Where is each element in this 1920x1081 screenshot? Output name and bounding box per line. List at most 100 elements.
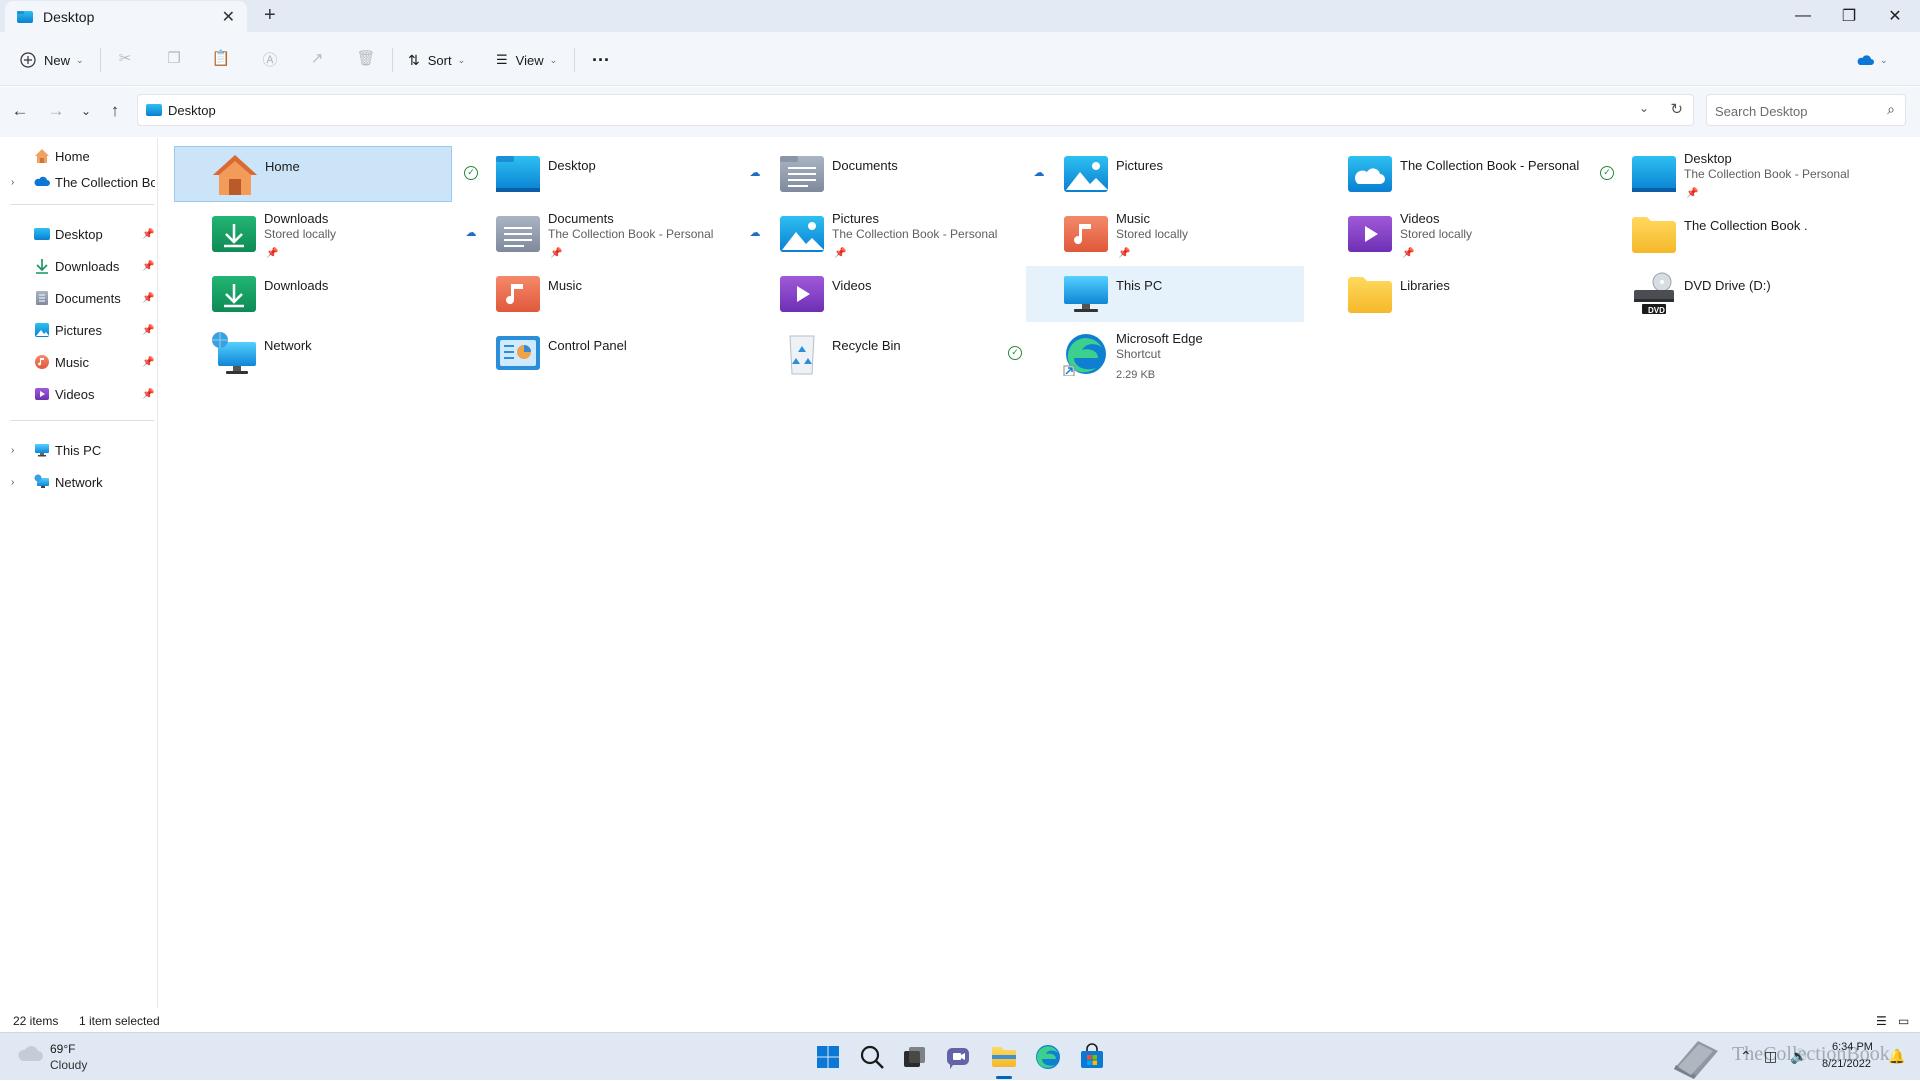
item-microsoft-edge[interactable]: ✓ Microsoft Edge Shortcut 2.29 KB [1008,326,1304,382]
cloudy-weather-icon[interactable] [18,1045,44,1063]
sidebar-item-desktop[interactable]: Desktop 📌 [0,220,158,248]
store-icon[interactable] [1078,1043,1106,1071]
refresh-icon[interactable]: ↻ [1670,100,1683,118]
sidebar-item-videos[interactable]: Videos 📌 [0,380,158,408]
selection-count: 1 item selected [79,1014,160,1028]
search-icon[interactable]: ⌕ [1887,101,1895,118]
minimize-button[interactable]: — [1780,0,1826,32]
sidebar-item-documents[interactable]: Documents 📌 [0,284,158,312]
copy-icon[interactable]: ❐ [163,49,185,71]
item-network[interactable]: Network [174,326,452,382]
sidebar-item-music[interactable]: Music 📌 [0,348,158,376]
item-recycle-bin[interactable]: Recycle Bin [742,326,1020,382]
start-windows-icon[interactable] [814,1043,842,1071]
close-button[interactable]: ✕ [1872,0,1918,32]
pin-icon[interactable]: 📌 [142,261,154,272]
pin-icon[interactable]: 📌 [142,293,154,304]
paste-icon[interactable]: 📋 [210,49,232,71]
music-folder-icon [1064,216,1108,252]
pin-icon: 📌 [1118,248,1131,259]
item-documents[interactable]: ☁ Documents [742,146,1020,202]
item-desktop-personal[interactable]: ✓ Desktop The Collection Book - Personal… [1594,146,1894,202]
item-music-local[interactable]: Music Stored locally 📌 [1026,206,1304,262]
share-icon[interactable]: ↗ [306,49,328,71]
pin-icon[interactable]: 📌 [142,229,154,240]
chevron-right-icon[interactable]: › [11,477,14,488]
desktop-folder-icon [17,10,33,23]
item-desktop[interactable]: ✓ Desktop [458,146,736,202]
new-tab-button[interactable]: + [264,4,282,27]
divider [10,420,154,421]
item-dvd-drive[interactable]: DVD DVD Drive (D:) [1594,266,1872,322]
videos-folder-icon [1348,216,1392,252]
network-status-icon[interactable]: ◫ [1764,1048,1777,1065]
maximize-button[interactable]: ❐ [1826,0,1872,32]
item-collection-book-folder[interactable]: The Collection Book . [1594,206,1872,262]
sidebar-item-this-pc[interactable]: › This PC [0,436,158,464]
view-button[interactable]: ☰ View ⌄ [496,45,557,75]
item-music[interactable]: Music [458,266,736,322]
volume-icon[interactable]: 🔊 [1790,1048,1807,1065]
sidebar-item-home[interactable]: Home [0,142,158,170]
edge-icon[interactable] [1034,1043,1062,1071]
back-arrow-icon[interactable]: ← [10,101,30,121]
chevron-down-icon[interactable]: ⌄ [1639,101,1649,115]
item-home[interactable]: Home [174,146,452,202]
item-videos-local[interactable]: Videos Stored locally 📌 [1310,206,1588,262]
item-name: Desktop [1684,151,1732,166]
new-button[interactable]: New ⌄ [20,45,84,75]
item-this-pc[interactable]: This PC [1026,266,1304,322]
pin-icon[interactable]: 📌 [142,357,154,368]
details-view-icon[interactable]: ☰ [1876,1014,1887,1028]
cut-icon[interactable]: ✂ [114,49,136,71]
chat-icon[interactable] [944,1043,972,1071]
chevron-right-icon[interactable]: › [11,445,14,456]
item-videos[interactable]: Videos [742,266,1020,322]
sidebar-item-downloads[interactable]: Downloads 📌 [0,252,158,280]
breadcrumb[interactable]: Desktop [168,103,216,118]
item-pictures-personal[interactable]: ☁ Pictures The Collection Book - Persona… [742,206,1020,262]
weather-temperature[interactable]: 69°F [50,1042,75,1056]
sidebar-item-onedrive[interactable]: › The Collection Boo [0,168,158,196]
up-arrow-icon[interactable]: ↑ [105,101,125,121]
more-options-button[interactable]: ··· [592,45,610,75]
onedrive-cloud-icon [34,176,50,186]
delete-icon[interactable]: 🗑 [355,49,377,71]
item-control-panel[interactable]: Control Panel [458,326,736,382]
sidebar-item-pictures[interactable]: Pictures 📌 [0,316,158,344]
search-icon[interactable] [858,1043,886,1071]
clock-date[interactable]: 8/21/2022 [1822,1058,1871,1070]
tiles-view-icon[interactable]: ▭ [1898,1014,1909,1028]
search-input[interactable] [1715,101,1875,121]
documents-folder-icon [780,156,824,192]
tab-close-icon[interactable]: ✕ [222,7,235,27]
address-bar[interactable]: Desktop ⌄ ↻ [137,94,1694,126]
rename-icon[interactable]: Ⓐ [259,49,281,71]
item-downloads[interactable]: Downloads [174,266,452,322]
item-collection-book[interactable]: The Collection Book - Personal [1310,146,1588,202]
synced-check-icon: ✓ [464,166,478,180]
item-documents-personal[interactable]: ☁ Documents The Collection Book - Person… [458,206,736,262]
control-panel-icon [496,336,540,370]
item-pictures[interactable]: ☁ Pictures [1026,146,1304,202]
search-box[interactable]: ⌕ [1706,94,1906,126]
sort-button[interactable]: ⇅ Sort ⌄ [408,45,465,75]
file-explorer-icon[interactable] [990,1043,1018,1071]
item-libraries[interactable]: Libraries [1310,266,1588,322]
pin-icon[interactable]: 📌 [142,389,154,400]
item-name: Documents [832,158,898,173]
item-downloads-local[interactable]: Downloads Stored locally 📌 [174,206,452,262]
clock-time[interactable]: 6:34 PM [1832,1041,1873,1053]
tab-desktop[interactable]: Desktop ✕ [5,1,247,32]
notification-bell-icon[interactable]: 🔔 [1888,1048,1905,1065]
pin-icon[interactable]: 📌 [142,325,154,336]
recent-locations-icon[interactable]: ⌄ [76,104,96,118]
sidebar-item-network[interactable]: › Network [0,468,158,496]
weather-condition[interactable]: Cloudy [50,1058,87,1072]
onedrive-button[interactable]: ⌄ [1856,45,1888,75]
item-name: This PC [1116,278,1163,293]
task-view-icon[interactable] [900,1043,928,1071]
show-hidden-icons-icon[interactable]: ⌃ [1740,1048,1752,1065]
chevron-right-icon[interactable]: › [11,177,14,188]
forward-arrow-icon[interactable]: → [46,101,66,121]
